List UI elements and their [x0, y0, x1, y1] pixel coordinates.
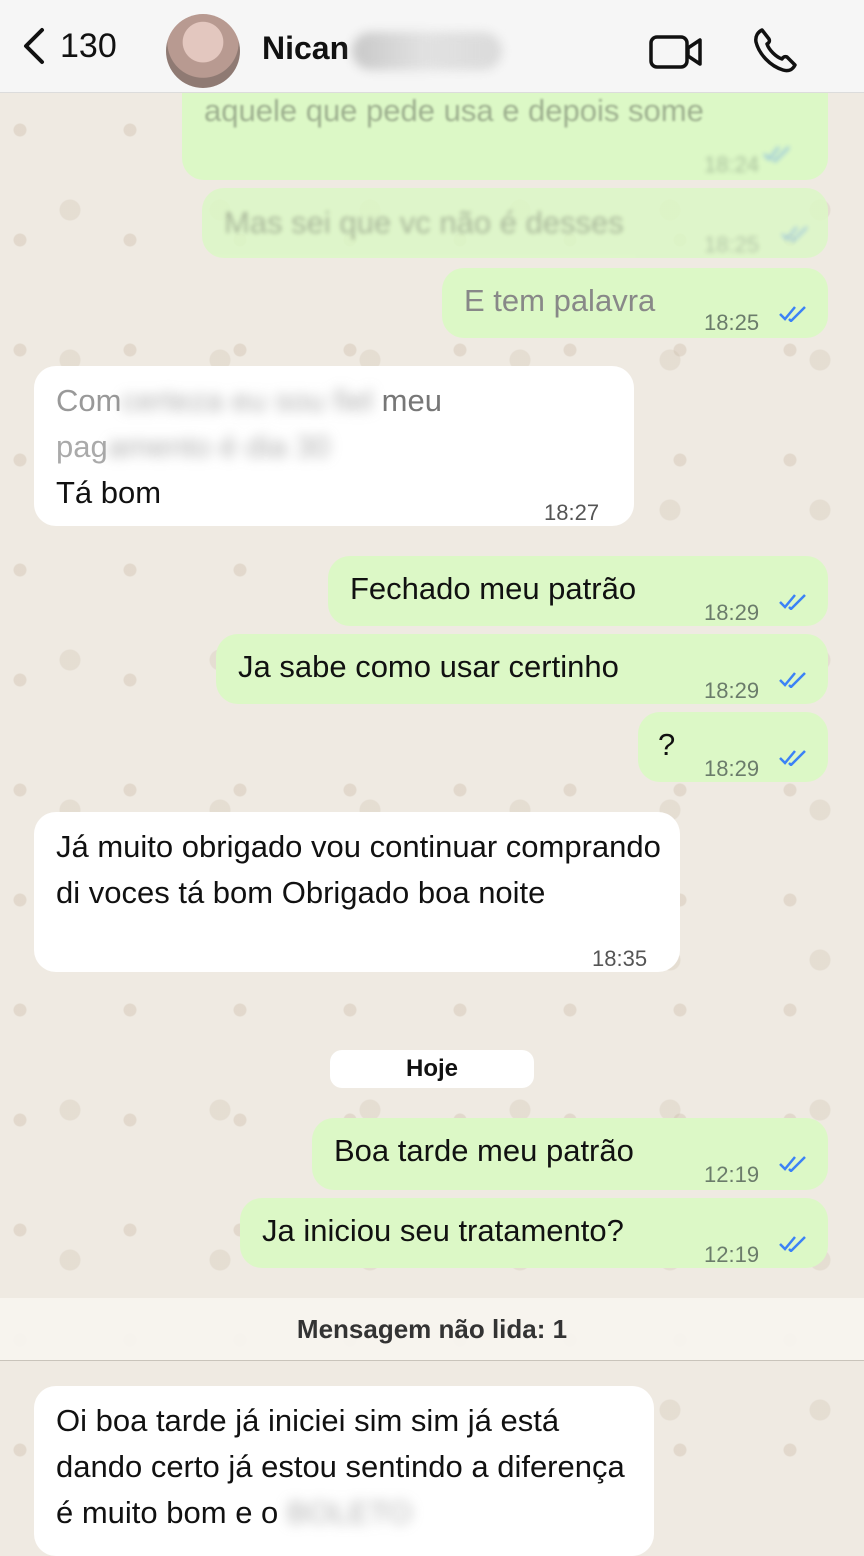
message-bubble-incoming[interactable]: Oi boa tarde já iniciei sim sim já está … [34, 1386, 654, 1556]
message-text: Oi boa tarde já iniciei sim sim já está … [56, 1398, 646, 1536]
message-text: E tem palavra [464, 283, 656, 318]
message-line-3: Tá bom [56, 475, 162, 510]
message-text: aquele que pede usa e depois some [204, 93, 704, 128]
message-line-1: Comcerteza eu sou fiel meu [56, 383, 442, 418]
message-text: Mas sei que vc não é desses [224, 205, 624, 240]
message-bubble-outgoing[interactable]: Mas sei que vc não é desses 18:25 [202, 188, 828, 258]
message-bubble-outgoing[interactable]: Fechado meu patrão 18:29 [328, 556, 828, 626]
message-bubble-outgoing[interactable]: ? 18:29 [638, 712, 828, 782]
message-time: 12:19 [704, 1242, 760, 1267]
message-time: 18:25 [704, 232, 760, 257]
message-time: 18:27 [544, 500, 600, 525]
video-camera-icon[interactable] [648, 32, 704, 72]
phone-icon[interactable] [752, 26, 798, 74]
message-text: Boa tarde meu patrão [334, 1133, 634, 1168]
message-bubble-outgoing[interactable]: Ja sabe como usar certinho 18:29 [216, 634, 828, 704]
message-bubble-outgoing[interactable]: Boa tarde meu patrão 12:19 [312, 1118, 828, 1190]
message-bubble-incoming[interactable]: Comcerteza eu sou fiel meu pagamento é d… [34, 366, 634, 526]
unread-chats-count: 130 [60, 26, 117, 65]
name-blur-redaction [352, 32, 502, 70]
double-check-icon [779, 1236, 806, 1252]
back-button[interactable]: 130 [20, 18, 117, 74]
message-time: 18:24 [704, 152, 760, 177]
double-check-icon [763, 146, 790, 162]
double-check-icon [779, 1156, 806, 1172]
message-time: 12:19 [704, 1162, 760, 1187]
double-check-icon [779, 750, 806, 766]
message-text: ? [658, 727, 676, 762]
chat-header: 130 Nican [0, 0, 864, 93]
message-line-2: pagamento é dia 30 [56, 429, 331, 464]
message-bubble-incoming[interactable]: Já muito obrigado vou continuar comprand… [34, 812, 680, 972]
double-check-icon [779, 672, 806, 688]
unread-messages-banner: Mensagem não lida: 1 [0, 1298, 864, 1361]
date-separator: Hoje [330, 1050, 534, 1088]
blurred-word: BOLETO [286, 1495, 413, 1530]
double-check-icon [779, 594, 806, 610]
message-time: 18:29 [704, 756, 760, 781]
avatar[interactable] [166, 14, 240, 88]
message-bubble-outgoing[interactable]: Ja iniciou seu tratamento? 12:19 [240, 1198, 828, 1268]
double-check-icon [781, 226, 808, 242]
message-time: 18:29 [704, 600, 760, 625]
message-time: 18:35 [592, 946, 648, 971]
message-bubble-outgoing[interactable]: E tem palavra 18:25 [442, 268, 828, 338]
message-time: 18:29 [704, 678, 760, 703]
message-text: Ja sabe como usar certinho [238, 649, 619, 684]
message-text: Ja iniciou seu tratamento? [262, 1213, 624, 1248]
message-text: Já muito obrigado vou continuar comprand… [56, 829, 661, 910]
contact-name[interactable]: Nican [262, 30, 349, 67]
message-text: Fechado meu patrão [350, 571, 637, 606]
message-time: 18:25 [704, 310, 760, 335]
chevron-left-icon [24, 28, 44, 64]
double-check-icon [779, 306, 806, 322]
